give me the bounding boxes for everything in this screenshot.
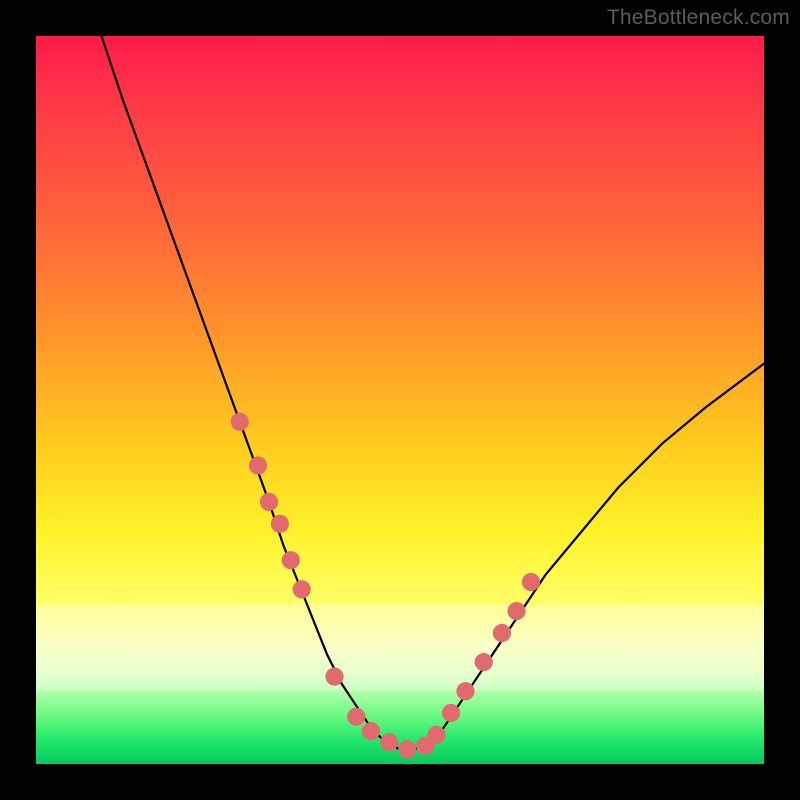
- marker-dot: [398, 740, 416, 758]
- marker-dot: [427, 726, 445, 744]
- chart-frame: TheBottleneck.com: [0, 0, 800, 800]
- plot-area: [36, 36, 764, 764]
- curve-layer: [36, 36, 764, 764]
- marker-dot: [271, 515, 289, 533]
- marker-dot: [325, 668, 343, 686]
- marker-dot: [456, 682, 474, 700]
- marker-dot: [362, 722, 380, 740]
- marker-dot: [282, 551, 300, 569]
- marker-dot: [231, 413, 249, 431]
- marker-dot: [293, 580, 311, 598]
- marker-group: [231, 413, 540, 759]
- marker-dot: [380, 733, 398, 751]
- marker-dot: [442, 704, 460, 722]
- marker-dot: [260, 493, 278, 511]
- marker-dot: [507, 602, 525, 620]
- marker-dot: [475, 653, 493, 671]
- marker-dot: [347, 708, 365, 726]
- marker-dot: [493, 624, 511, 642]
- bottleneck-curve: [102, 36, 765, 749]
- marker-dot: [249, 456, 267, 474]
- marker-dot: [522, 573, 540, 591]
- watermark-text: TheBottleneck.com: [607, 6, 790, 30]
